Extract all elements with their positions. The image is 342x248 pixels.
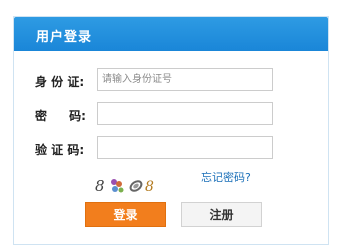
password-label: 密 码: xyxy=(35,109,86,123)
password-input[interactable] xyxy=(97,102,273,125)
svg-text:8: 8 xyxy=(95,177,105,195)
svg-text:8: 8 xyxy=(145,179,154,195)
captcha-label: 验 证 码: xyxy=(35,143,85,157)
panel-header: 用户登录 xyxy=(14,17,328,51)
register-button[interactable]: 注册 xyxy=(181,202,262,227)
id-label: 身 份 证: xyxy=(35,75,85,89)
id-number-input[interactable] xyxy=(97,68,273,91)
panel-title: 用户登录 xyxy=(36,30,93,45)
login-panel: 用户登录 身 份 证: 密 码: 验 证 码: 8 8 忘记密码? 登录 注册 xyxy=(13,16,329,245)
forgot-password-link[interactable]: 忘记密码? xyxy=(201,169,251,185)
login-button[interactable]: 登录 xyxy=(85,202,166,227)
captcha-image[interactable]: 8 8 xyxy=(93,174,161,196)
captcha-input[interactable] xyxy=(97,136,273,159)
